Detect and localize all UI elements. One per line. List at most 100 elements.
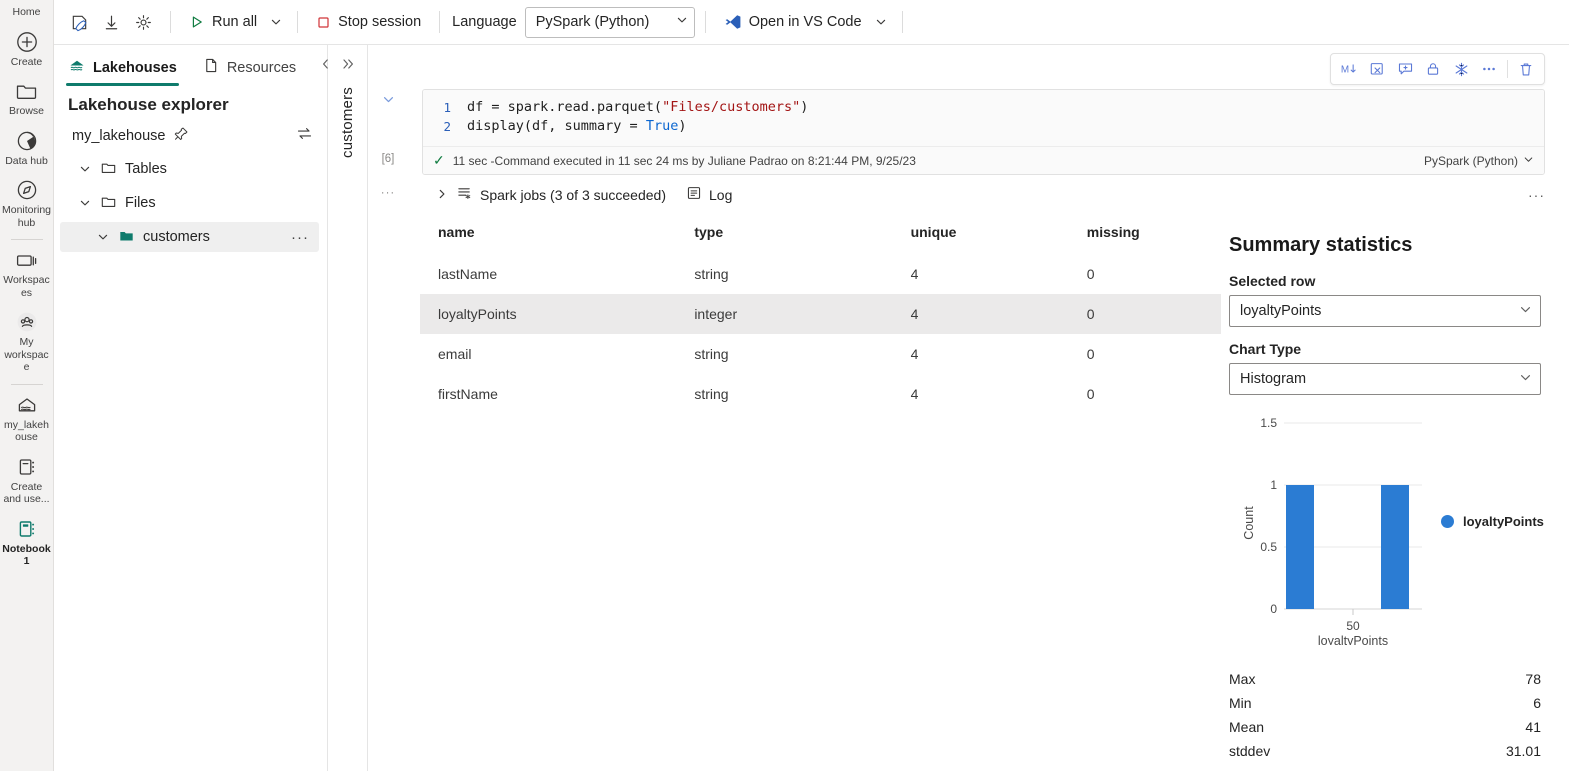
clear-output-icon[interactable] <box>1364 57 1390 81</box>
tree-node-label: customers <box>143 229 210 245</box>
cell-name: email <box>438 346 472 362</box>
selected-row-value: loyaltyPoints <box>1240 303 1322 319</box>
rail-item-label: Workspaces <box>3 274 50 299</box>
column-header-missing[interactable]: missing <box>1069 214 1221 254</box>
tab-lakehouses[interactable]: Lakehouses <box>66 56 179 86</box>
save-icon[interactable] <box>64 7 94 37</box>
toolbar-divider <box>439 11 441 33</box>
delete-icon[interactable] <box>1513 57 1539 81</box>
column-header-type[interactable]: type <box>676 214 892 254</box>
chart-type-select[interactable]: Histogram <box>1229 363 1541 395</box>
cell-unique: 4 <box>910 346 919 362</box>
notebook-content: [6] ··· M 1 df = spark.read.parquet("Fil… <box>368 45 1569 771</box>
stat-value: 41 <box>1525 719 1541 735</box>
vscode-icon <box>725 15 741 29</box>
rail-item-my-workspace[interactable]: My workspace <box>0 305 53 380</box>
rail-item-monitoring-hub[interactable]: Monitoring hub <box>0 173 53 235</box>
code-segment-string: "Files/customers" <box>662 99 801 115</box>
run-all-button[interactable]: Run all <box>181 7 265 37</box>
tree-node-label: Tables <box>125 161 167 177</box>
rail-item-my-lakehouse[interactable]: my_lakehouse <box>0 388 53 450</box>
vertical-tab-strip: customers <box>328 45 368 771</box>
check-icon: ✓ <box>433 152 445 168</box>
chevron-down-icon <box>96 231 110 243</box>
legend-label: loyaltyPoints <box>1463 514 1544 529</box>
table-row[interactable]: lastName string 4 0 <box>420 254 1221 294</box>
rail-item-label: Create and use... <box>3 480 50 506</box>
spark-more-icon[interactable]: ··· <box>1528 187 1545 203</box>
code-segment: ) <box>678 118 687 134</box>
toolbar-divider <box>901 11 903 33</box>
line-number: 2 <box>443 119 451 134</box>
rail-item-browse[interactable]: Browse <box>0 74 53 124</box>
markdown-icon[interactable]: M <box>1336 57 1362 81</box>
chevron-double-right-icon[interactable] <box>340 57 356 75</box>
code-text: display(df, summary = True) <box>467 117 686 136</box>
more-icon[interactable] <box>1476 57 1502 81</box>
settings-icon[interactable] <box>128 7 158 37</box>
y-tick-label: 1 <box>1270 478 1277 492</box>
open-in-vscode-button[interactable]: Open in VS Code <box>716 7 870 37</box>
chevron-down-icon[interactable] <box>382 93 395 109</box>
column-header-name[interactable]: name <box>420 214 676 254</box>
histogram-chart: 1.5 1 0.5 0 Count 50 loyaltyPoints loyal… <box>1229 409 1544 649</box>
download-icon[interactable] <box>96 7 126 37</box>
spark-jobs-button[interactable]: Spark jobs (3 of 3 succeeded) <box>456 185 666 204</box>
selected-row-select[interactable]: loyaltyPoints <box>1229 295 1541 327</box>
rail-item-create[interactable]: Create <box>0 25 53 75</box>
folder-icon <box>100 160 117 179</box>
explorer-title: Lakehouse explorer <box>68 95 229 114</box>
code-line: 2 display(df, summary = True) <box>423 117 1544 136</box>
code-cell: 1 df = spark.read.parquet("Files/custome… <box>422 89 1545 175</box>
cell-kernel-select[interactable]: PySpark (Python) <box>1424 154 1534 168</box>
chevron-down-icon <box>676 14 688 30</box>
chevron-right-icon[interactable] <box>436 187 448 203</box>
tree-node-customers[interactable]: customers ··· <box>60 222 319 252</box>
code-text: df = spark.read.parquet("Files/customers… <box>467 98 808 117</box>
cell-kernel-label: PySpark (Python) <box>1423 153 1518 168</box>
code-editor[interactable]: 1 df = spark.read.parquet("Files/custome… <box>423 90 1544 146</box>
rail-item-workspaces[interactable]: Workspaces <box>0 243 53 305</box>
tree-node-tables[interactable]: Tables <box>60 154 319 184</box>
language-select[interactable]: PySpark (Python) <box>524 6 695 38</box>
pin-icon[interactable] <box>174 126 189 145</box>
log-button[interactable]: Log <box>686 185 732 204</box>
rail-item-data-hub[interactable]: Data hub <box>0 124 53 174</box>
lakehouse-row[interactable]: my_lakehouse <box>54 119 327 152</box>
vscode-caret-icon[interactable] <box>870 7 892 37</box>
cell-output: name type unique missing lastName string… <box>408 214 1561 771</box>
lock-icon[interactable] <box>1420 57 1446 81</box>
table-row[interactable]: firstName string 4 0 <box>420 374 1221 414</box>
tree-node-more-icon[interactable]: ··· <box>291 229 309 246</box>
notebook-icon <box>16 454 38 480</box>
legend-marker <box>1441 515 1454 528</box>
table-header-row: name type unique missing <box>420 214 1221 254</box>
data-hub-icon <box>16 128 38 154</box>
freeze-icon[interactable] <box>1448 57 1474 81</box>
lakehouse-icon <box>15 392 39 418</box>
rail-item-home[interactable]: Home <box>0 4 53 25</box>
run-all-caret-icon[interactable] <box>265 7 287 37</box>
tab-resources[interactable]: Resources <box>201 55 298 86</box>
switch-lakehouse-icon[interactable] <box>296 126 313 145</box>
y-tick-label: 0 <box>1270 602 1277 616</box>
column-header-unique[interactable]: unique <box>893 214 1069 254</box>
notebook-green-icon <box>16 516 38 542</box>
stop-session-label: Stop session <box>338 14 422 30</box>
stop-session-button[interactable]: Stop session <box>308 7 429 37</box>
cell-more-icon[interactable]: ··· <box>381 187 396 199</box>
table-row-selected[interactable]: loyaltyPoints integer 4 0 <box>420 294 1221 334</box>
cell-missing: 0 <box>1068 294 1221 334</box>
table-row[interactable]: email string 4 0 <box>420 334 1221 374</box>
log-label: Log <box>709 186 733 203</box>
stat-row-max: Max 78 <box>1229 667 1541 691</box>
vertical-tab-customers[interactable]: customers <box>339 87 356 158</box>
cell-type: string <box>694 346 729 362</box>
rail-item-label: Monitoring hub <box>1 204 52 229</box>
rail-item-create-and-use[interactable]: Create and use... <box>0 450 53 512</box>
rail-item-notebook-1[interactable]: Notebook 1 <box>0 512 53 574</box>
chevron-down-icon <box>1519 371 1532 388</box>
add-comment-icon[interactable] <box>1392 57 1418 81</box>
chart-legend[interactable]: loyaltyPoints <box>1441 514 1544 529</box>
tree-node-files[interactable]: Files <box>60 188 319 218</box>
